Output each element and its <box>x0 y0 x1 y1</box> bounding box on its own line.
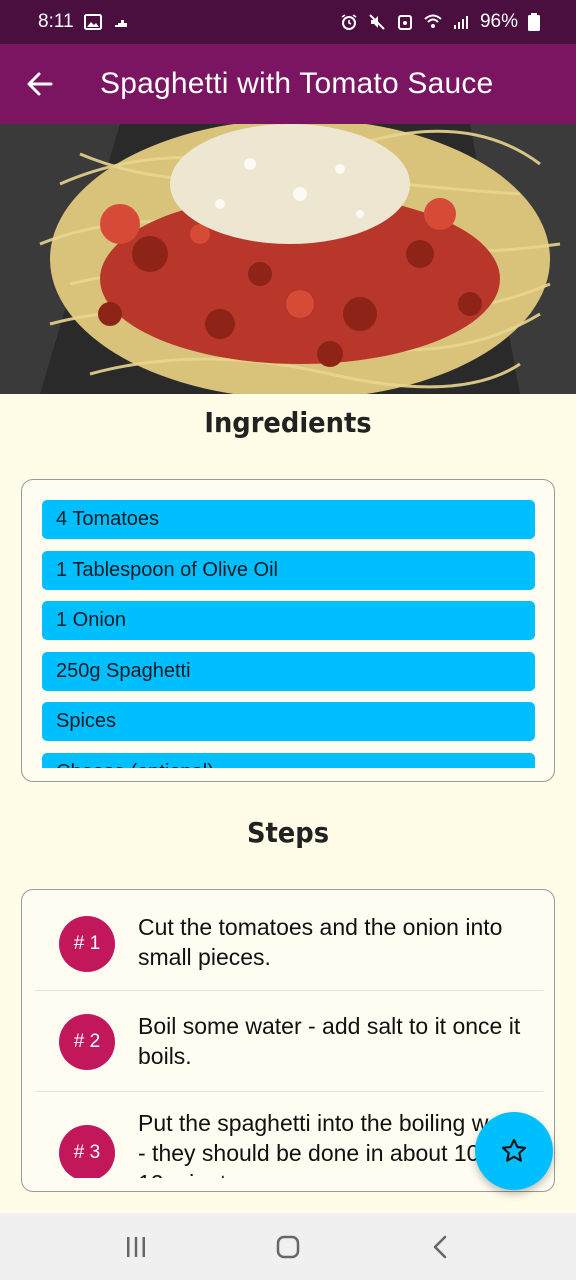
steps-heading: Steps <box>246 816 330 849</box>
recipe-image <box>0 124 576 394</box>
page-title: Spaghetti with Tomato Sauce <box>100 67 494 100</box>
battery-percent: 96% <box>479 11 518 32</box>
ingredient-item: Spices <box>42 702 535 741</box>
signal-icon <box>453 16 468 29</box>
ingredient-item: 1 Onion <box>42 601 535 640</box>
chevron-left-icon <box>433 1235 447 1258</box>
battery-icon <box>528 13 540 31</box>
home-button[interactable] <box>258 1222 318 1272</box>
gallery-icon <box>83 14 102 30</box>
ingredients-heading: Ingredients <box>204 406 372 439</box>
step-number-badge: # 3 <box>59 1125 115 1178</box>
status-left: 8:11 <box>38 11 130 33</box>
status-bar: 8:11 96% <box>0 0 576 44</box>
alarm-icon <box>341 14 357 30</box>
step-text: Cut the tomatoes and the onion into smal… <box>138 914 503 970</box>
home-icon <box>276 1235 300 1258</box>
step-number-badge: # 2 <box>59 1014 115 1070</box>
back-nav-button[interactable] <box>410 1222 470 1272</box>
step-text: Boil some water - add salt to it once it… <box>138 1013 521 1069</box>
cloud-icon <box>114 20 127 27</box>
step-text: Put the spaghetti into the boiling water… <box>138 1110 528 1178</box>
back-button[interactable] <box>0 44 80 124</box>
favorite-button[interactable] <box>475 1112 553 1190</box>
recents-icon <box>127 1236 145 1257</box>
step-number-badge: # 1 <box>59 916 115 972</box>
status-time: 8:11 <box>38 11 74 32</box>
ingredient-item: Cheese (optional) <box>42 752 535 768</box>
system-nav-bar <box>0 1213 576 1280</box>
ingredient-item: 1 Tablespoon of Olive Oil <box>42 550 535 590</box>
ingredients-list[interactable]: 4 Tomatoes 1 Tablespoon of Olive Oil 1 O… <box>42 500 535 768</box>
wifi-icon <box>424 14 442 28</box>
lock-icon <box>397 15 412 30</box>
step-row: # 3 Put the spaghetti into the boiling w… <box>35 1092 543 1178</box>
steps-list[interactable]: # 1 Cut the tomatoes and the onion into … <box>22 890 554 1178</box>
arrow-back-icon <box>27 72 53 96</box>
status-right: 96% <box>340 11 540 33</box>
ingredient-item: 250g Spaghetti <box>42 651 535 691</box>
mute-icon <box>369 14 385 30</box>
app-bar: Spaghetti with Tomato Sauce <box>0 44 576 124</box>
star-outline-icon <box>501 1138 527 1162</box>
spaghetti-photo <box>0 124 576 394</box>
recents-button[interactable] <box>106 1222 166 1272</box>
step-row: # 2 Boil some water - add salt to it onc… <box>35 991 543 1092</box>
ingredients-card: 4 Tomatoes 1 Tablespoon of Olive Oil 1 O… <box>21 479 555 782</box>
step-row: # 1 Cut the tomatoes and the onion into … <box>35 890 543 991</box>
ingredient-item: 4 Tomatoes <box>42 500 535 539</box>
